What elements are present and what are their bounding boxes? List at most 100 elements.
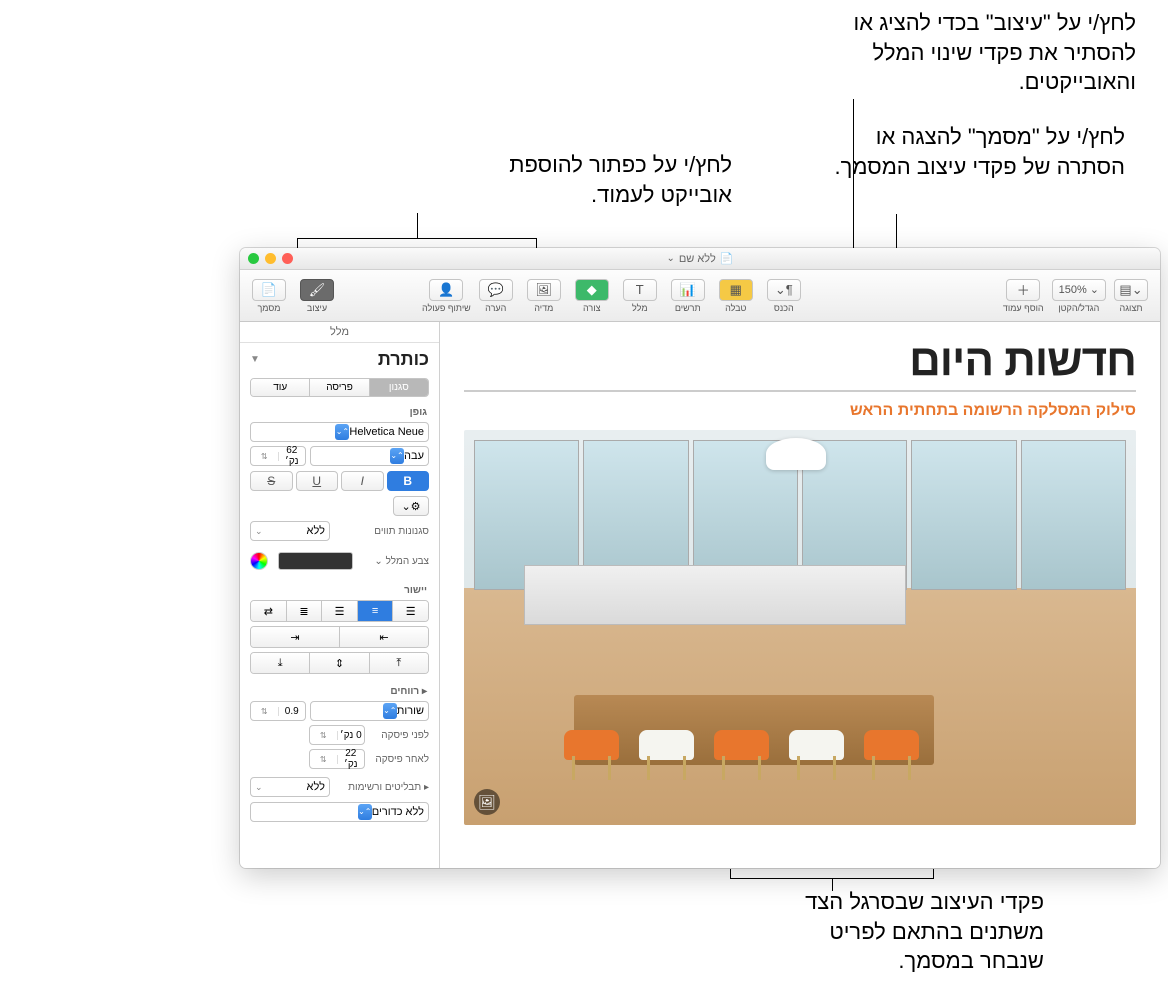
stepper-arrows-icon: ⇅ — [251, 452, 279, 461]
after-para-value: 22 נק׳ — [338, 748, 365, 770]
close-window-button[interactable] — [282, 253, 293, 264]
bullets-style-select[interactable]: ללא כדורים ⌃⌄ — [250, 802, 429, 822]
before-para-label: לפני פיסקה — [369, 730, 429, 741]
page-subtitle[interactable]: סילוק המסלקה הרשומה בתחתית הראש — [464, 402, 1136, 420]
app-window: 📄 ללא שם ⌄ 📄 מסמך 🖌 עיצוב 👤 שיתוף פעולה … — [240, 248, 1160, 868]
chevron-down-icon[interactable]: ▼ — [250, 354, 260, 365]
traffic-lights — [248, 253, 293, 264]
after-para-stepper[interactable]: 22 נק׳ ⇅ — [309, 749, 365, 769]
page-title[interactable]: חדשות היום — [464, 336, 1136, 386]
format-label: עיצוב — [307, 303, 327, 313]
font-size-stepper[interactable]: 62 נק׳ ⇅ — [250, 446, 306, 466]
inspector-tabs: סגנון פריסה עוד — [250, 378, 429, 397]
text-color-label: צבע המלל ⌄ — [359, 556, 429, 567]
align-natural-button[interactable]: ⇄ — [251, 601, 287, 621]
table-label: טבלה — [725, 303, 746, 313]
valign-top-button[interactable]: ⤒ — [370, 653, 428, 673]
alignment-label: יישור — [240, 581, 439, 598]
document-button[interactable]: 📄 מסמך — [248, 277, 290, 315]
align-center-button[interactable]: ≡ — [358, 601, 394, 621]
select-arrows-icon: ⌃⌄ — [358, 804, 372, 820]
zoom-window-button[interactable] — [248, 253, 259, 264]
shape-button[interactable]: ◆ צורה — [571, 277, 613, 315]
select-arrows-icon: ⌃⌄ — [335, 424, 349, 440]
sidebar-tab-label: מלל — [240, 322, 439, 343]
callout-format: לחץ/י על "עיצוב" בכדי להציג או להסתיר את… — [806, 8, 1136, 97]
view-button[interactable]: ▤⌄ תצוגה — [1110, 277, 1152, 315]
align-left-button[interactable]: ☰ — [322, 601, 358, 621]
valign-bottom-button[interactable]: ⤓ — [251, 653, 310, 673]
indent-increase-button[interactable]: ⇥ — [251, 627, 340, 647]
bullets-style-value: ללא כדורים — [372, 806, 424, 818]
inspector-sidebar: מלל כותרת ▼ סגנון פריסה עוד גופן Helveti… — [240, 322, 440, 868]
advanced-type-button[interactable]: ⚙⌄ — [393, 496, 429, 516]
bullets-value: ללא — [307, 781, 325, 793]
text-color-well[interactable] — [278, 552, 353, 570]
color-picker-button[interactable] — [250, 552, 268, 570]
bold-button[interactable]: B — [387, 471, 430, 491]
placeholder-image[interactable]: 🖼 — [464, 430, 1136, 825]
leader-add-object — [417, 213, 418, 238]
strikethrough-button[interactable]: S — [250, 471, 293, 491]
image-placeholder-icon[interactable]: 🖼 — [474, 789, 500, 815]
align-justify-button[interactable]: ≣ — [287, 601, 323, 621]
toolbar: 📄 מסמך 🖌 עיצוב 👤 שיתוף פעולה ¶⌄ הכנס ▦ ט… — [240, 270, 1160, 322]
add-page-button[interactable]: ＋ הוסף עמוד — [999, 277, 1048, 315]
insert-label: הכנס — [774, 303, 794, 313]
before-para-value: 0 נק׳ — [338, 730, 365, 741]
chart-button[interactable]: 📊 תרשים — [667, 277, 709, 315]
tab-more[interactable]: עוד — [251, 379, 310, 396]
indent-decrease-button[interactable]: ⇤ — [340, 627, 428, 647]
collab-button[interactable]: 👤 שיתוף פעולה — [418, 277, 475, 315]
minimize-window-button[interactable] — [265, 253, 276, 264]
font-family-select[interactable]: Helvetica Neue ⌃⌄ — [250, 422, 429, 442]
insert-button[interactable]: ¶⌄ הכנס — [763, 277, 805, 315]
tab-style[interactable]: סגנון — [370, 379, 428, 396]
title-dropdown-icon[interactable]: ⌄ — [666, 253, 674, 264]
select-arrows-icon: ⌃⌄ — [383, 703, 397, 719]
line-spacing-mode: שורות — [397, 705, 424, 717]
format-icon: 🖌 — [300, 279, 334, 301]
format-button[interactable]: 🖌 עיצוב — [296, 277, 338, 315]
leader-sidebar — [832, 879, 833, 891]
bullets-select[interactable]: ללא ⌄ — [250, 777, 330, 797]
font-family-value: Helvetica Neue — [349, 426, 424, 438]
valign-middle-button[interactable]: ⇕ — [310, 653, 369, 673]
window-title: ללא שם — [679, 253, 716, 265]
char-styles-select[interactable]: ללא ⌄ — [250, 521, 330, 541]
leader-format — [853, 99, 854, 271]
add-page-icon: ＋ — [1006, 279, 1040, 301]
spacing-label[interactable]: ▸ רווחים — [240, 682, 439, 699]
horizontal-align-group: ☰ ≡ ☰ ≣ ⇄ — [250, 600, 429, 622]
media-button[interactable]: 🖼 מדיה — [523, 277, 565, 315]
font-weight-select[interactable]: עבה ⌃⌄ — [310, 446, 429, 466]
document-label: מסמך — [258, 303, 281, 313]
callout-sidebar: פקדי העיצוב שבסרגל הצד משתנים בהתאם לפרי… — [794, 887, 1044, 976]
line-spacing-select[interactable]: שורות ⌃⌄ — [310, 701, 429, 721]
bracket-sidebar — [730, 869, 934, 879]
stepper-arrows-icon: ⇅ — [310, 755, 338, 764]
document-canvas[interactable]: חדשות היום סילוק המסלקה הרשומה בתחתית הר… — [440, 322, 1160, 868]
select-arrows-icon: ⌃⌄ — [390, 448, 404, 464]
bullets-label[interactable]: ▸ תבליטים ורשימות — [336, 782, 429, 793]
chevron-down-icon: ⌄ — [255, 782, 263, 793]
italic-button[interactable]: I — [341, 471, 384, 491]
line-spacing-value: 0.9 — [279, 706, 306, 717]
before-para-stepper[interactable]: 0 נק׳ ⇅ — [309, 725, 365, 745]
media-icon: 🖼 — [527, 279, 561, 301]
align-right-button[interactable]: ☰ — [393, 601, 428, 621]
table-button[interactable]: ▦ טבלה — [715, 277, 757, 315]
underline-button[interactable]: U — [296, 471, 339, 491]
text-button[interactable]: T מלל — [619, 277, 661, 315]
view-icon: ▤⌄ — [1114, 279, 1148, 301]
add-page-label: הוסף עמוד — [1003, 303, 1044, 313]
indent-group: ⇤ ⇥ — [250, 626, 429, 648]
callout-document: לחץ/י על "מסמך" להצגה או הסתרה של פקדי ע… — [830, 122, 1125, 181]
comment-button[interactable]: 💬 הערה — [475, 277, 517, 315]
shape-label: צורה — [583, 303, 601, 313]
tab-layout[interactable]: פריסה — [310, 379, 369, 396]
chart-label: תרשים — [675, 303, 701, 313]
paragraph-style-title[interactable]: כותרת — [266, 349, 429, 370]
line-spacing-stepper[interactable]: 0.9 ⇅ — [250, 701, 306, 721]
zoom-select[interactable]: 150% ⌄ — [1052, 279, 1106, 301]
